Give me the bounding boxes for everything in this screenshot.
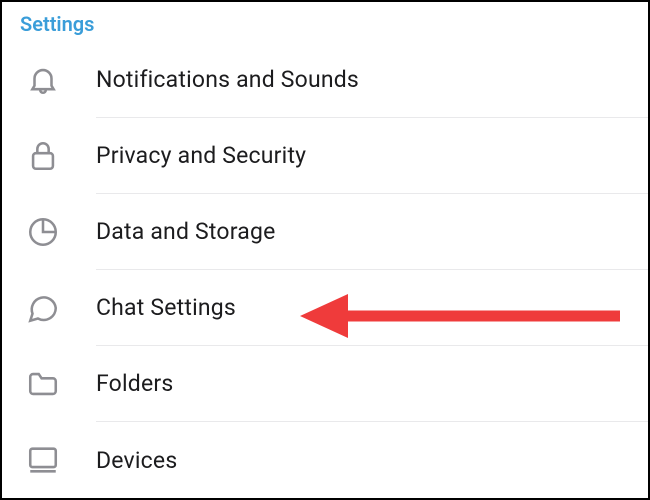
lock-icon bbox=[26, 139, 96, 173]
settings-item-privacy[interactable]: Privacy and Security bbox=[2, 118, 648, 194]
settings-item-label: Chat Settings bbox=[96, 270, 648, 346]
folder-icon bbox=[26, 367, 96, 401]
page-title: Settings bbox=[20, 12, 630, 36]
settings-item-label: Notifications and Sounds bbox=[96, 42, 648, 118]
settings-item-data[interactable]: Data and Storage bbox=[2, 194, 648, 270]
settings-item-chat[interactable]: Chat Settings bbox=[2, 270, 648, 346]
settings-item-folders[interactable]: Folders bbox=[2, 346, 648, 422]
settings-item-label: Folders bbox=[96, 346, 648, 422]
settings-page: Settings Notifications and Sounds Privac… bbox=[0, 0, 650, 500]
settings-item-devices[interactable]: Devices bbox=[2, 422, 648, 498]
settings-item-notifications[interactable]: Notifications and Sounds bbox=[2, 42, 648, 118]
settings-item-label: Devices bbox=[96, 422, 648, 498]
chat-icon bbox=[26, 291, 96, 325]
bell-icon bbox=[26, 63, 96, 97]
settings-item-label: Data and Storage bbox=[96, 194, 648, 270]
device-icon bbox=[26, 443, 96, 477]
settings-list: Notifications and Sounds Privacy and Sec… bbox=[2, 42, 648, 498]
settings-header: Settings bbox=[2, 2, 648, 42]
settings-item-label: Privacy and Security bbox=[96, 118, 648, 194]
pie-icon bbox=[26, 215, 96, 249]
